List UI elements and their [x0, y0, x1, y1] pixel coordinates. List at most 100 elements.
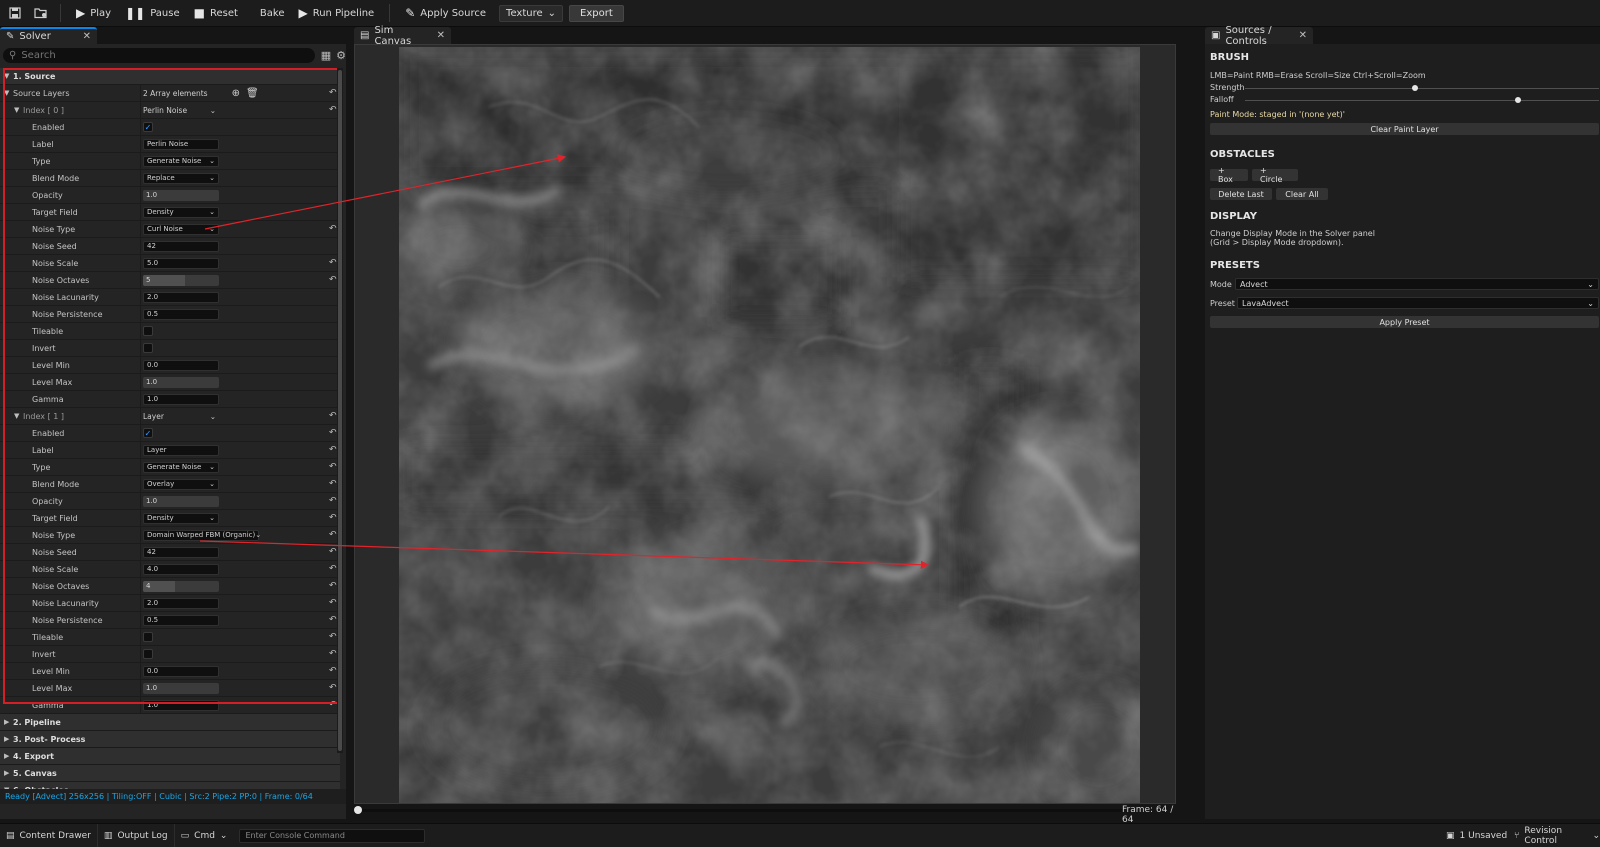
export-button[interactable]: Export	[569, 4, 624, 22]
close-icon[interactable]: ✕	[1299, 30, 1307, 41]
collapsed-triangle-icon[interactable]: ▶	[4, 718, 9, 726]
open-folder-icon[interactable]	[30, 2, 52, 24]
reset-arrow-icon[interactable]: ↶	[329, 445, 337, 455]
invert-checkbox[interactable]	[143, 649, 153, 659]
target-field-dropdown[interactable]: Density ⌄	[143, 206, 219, 218]
revision-control-button[interactable]: ⑂ Revision Control ⌄	[1514, 824, 1600, 847]
content-drawer-button[interactable]: ▤ Content Drawer	[0, 823, 98, 847]
target-field-dropdown[interactable]: Density ⌄	[143, 512, 219, 524]
type-dropdown[interactable]: Generate Noise ⌄	[143, 155, 219, 167]
noise-lacunarity-input[interactable]: 2.0	[143, 597, 219, 609]
section-canvas[interactable]: ▶ 5. Canvas	[0, 765, 340, 782]
cmd-dropdown[interactable]: ▭ Cmd ⌄	[175, 824, 234, 847]
blend-mode-dropdown[interactable]: Overlay ⌄	[143, 478, 219, 490]
array-index-value[interactable]: Perlin Noise ⌄	[143, 106, 219, 115]
frame-scrubber[interactable]	[354, 806, 1124, 814]
opacity-slider-field[interactable]: 1.0	[143, 189, 219, 201]
noise-scale-input[interactable]: 5.0	[143, 257, 219, 269]
enabled-checkbox[interactable]: ✓	[143, 122, 153, 132]
section-source[interactable]: ▼ 1. Source	[0, 68, 340, 85]
collapsed-triangle-icon[interactable]: ▶	[4, 735, 9, 743]
noise-type-dropdown[interactable]: Curl Noise ⌄	[143, 223, 219, 235]
noise-seed-input[interactable]: 42	[143, 546, 219, 558]
reset-arrow-icon[interactable]: ↶	[329, 496, 337, 506]
falloff-slider-knob[interactable]	[1514, 97, 1521, 103]
gamma-input[interactable]: 1.0	[143, 699, 219, 711]
close-icon[interactable]: ✕	[437, 30, 445, 41]
reset-arrow-icon[interactable]: ↶	[329, 462, 337, 472]
canvas-viewport[interactable]	[354, 44, 1176, 804]
tileable-checkbox[interactable]	[143, 326, 153, 336]
collapsed-triangle-icon[interactable]: ▶	[4, 752, 9, 760]
reset-arrow-icon[interactable]: ↶	[329, 513, 337, 523]
clear-all-button[interactable]: Clear All	[1276, 188, 1328, 200]
level-min-input[interactable]: 0.0	[143, 665, 219, 677]
mode-select[interactable]: Advect ⌄	[1235, 278, 1599, 290]
noise-lacunarity-input[interactable]: 2.0	[143, 291, 219, 303]
blend-mode-dropdown[interactable]: Replace ⌄	[143, 172, 219, 184]
reset-arrow-icon[interactable]: ↶	[329, 479, 337, 489]
array-index-row[interactable]: ▼ Index [ 1 ] Layer ⌄ ↶	[0, 408, 340, 425]
console-command-input[interactable]: Enter Console Command	[239, 828, 426, 843]
gamma-input[interactable]: 1.0	[143, 393, 219, 405]
strength-slider[interactable]	[1245, 85, 1599, 91]
tab-solver[interactable]: ✎ Solver ✕	[0, 27, 97, 44]
delete-last-button[interactable]: Delete Last	[1210, 188, 1272, 200]
reset-arrow-icon[interactable]: ↶	[329, 649, 337, 659]
expand-triangle-icon[interactable]: ▼	[4, 72, 9, 80]
reset-button[interactable]: ■ Reset	[187, 2, 245, 24]
expand-triangle-icon[interactable]: ▼	[14, 412, 19, 420]
expand-triangle-icon[interactable]: ▼	[14, 106, 19, 114]
simulation-texture-image[interactable]	[399, 47, 1140, 803]
play-button[interactable]: ▶ Play	[69, 2, 118, 24]
type-dropdown[interactable]: Generate Noise ⌄	[143, 461, 219, 473]
tileable-checkbox[interactable]	[143, 632, 153, 642]
reset-arrow-icon[interactable]: ↶	[329, 275, 337, 285]
level-min-input[interactable]: 0.0	[143, 359, 219, 371]
noise-persistence-input[interactable]: 0.5	[143, 614, 219, 626]
texture-dropdown[interactable]: Texture ⌄	[499, 4, 564, 22]
tab-sources-controls[interactable]: ▣ Sources / Controls ✕	[1205, 25, 1313, 47]
array-index-row[interactable]: ▼ Index [ 0 ] Perlin Noise ⌄ ↶	[0, 102, 340, 119]
reset-arrow-icon[interactable]: ↶	[329, 88, 337, 98]
apply-source-button[interactable]: ✎ Apply Source	[398, 2, 493, 24]
reset-arrow-icon[interactable]: ↶	[329, 683, 337, 693]
section-pipeline[interactable]: ▶ 2. Pipeline	[0, 714, 340, 731]
add-box-button[interactable]: + Box	[1210, 166, 1248, 184]
table-view-icon[interactable]: ▦	[321, 49, 331, 62]
trash-icon[interactable]: 🗑	[246, 88, 259, 99]
enabled-checkbox[interactable]: ✓	[143, 428, 153, 438]
label-input[interactable]: Perlin Noise	[143, 138, 219, 150]
add-element-icon[interactable]: ⊕	[232, 88, 240, 99]
bake-button[interactable]: Bake	[253, 2, 292, 24]
reset-arrow-icon[interactable]: ↶	[329, 598, 337, 608]
clear-paint-layer-button[interactable]: Clear Paint Layer	[1210, 123, 1599, 135]
noise-persistence-input[interactable]: 0.5	[143, 308, 219, 320]
tab-sim-canvas[interactable]: ▤ Sim Canvas ✕	[354, 25, 451, 47]
reset-arrow-icon[interactable]: ↶	[329, 105, 337, 115]
unsaved-indicator[interactable]: ▣ 1 Unsaved	[1446, 824, 1507, 847]
reset-arrow-icon[interactable]: ↶	[329, 615, 337, 625]
section-post-process[interactable]: ▶ 3. Post- Process	[0, 731, 340, 748]
level-max-slider-field[interactable]: 1.0	[143, 682, 219, 694]
opacity-slider-field[interactable]: 1.0	[143, 495, 219, 507]
noise-scale-input[interactable]: 4.0	[143, 563, 219, 575]
reset-arrow-icon[interactable]: ↶	[329, 530, 337, 540]
invert-checkbox[interactable]	[143, 343, 153, 353]
expand-triangle-icon[interactable]: ▼	[4, 89, 9, 97]
reset-arrow-icon[interactable]: ↶	[329, 258, 337, 268]
reset-arrow-icon[interactable]: ↶	[329, 666, 337, 676]
frame-scrubber-knob[interactable]	[354, 806, 362, 814]
reset-arrow-icon[interactable]: ↶	[329, 632, 337, 642]
output-log-button[interactable]: ▥ Output Log	[98, 823, 175, 847]
reset-arrow-icon[interactable]: ↶	[329, 564, 337, 574]
noise-seed-input[interactable]: 42	[143, 240, 219, 252]
reset-arrow-icon[interactable]: ↶	[329, 428, 337, 438]
preset-select[interactable]: LavaAdvect ⌄	[1237, 297, 1599, 309]
label-input[interactable]: Layer	[143, 444, 219, 456]
save-icon[interactable]	[4, 2, 26, 24]
noise-octaves-slider-field[interactable]: 4	[143, 580, 219, 592]
run-pipeline-button[interactable]: ▶ Run Pipeline	[291, 2, 381, 24]
noise-type-dropdown[interactable]: Domain Warped FBM (Organic) ⌄	[143, 529, 261, 541]
gear-icon[interactable]: ⚙	[336, 49, 346, 62]
